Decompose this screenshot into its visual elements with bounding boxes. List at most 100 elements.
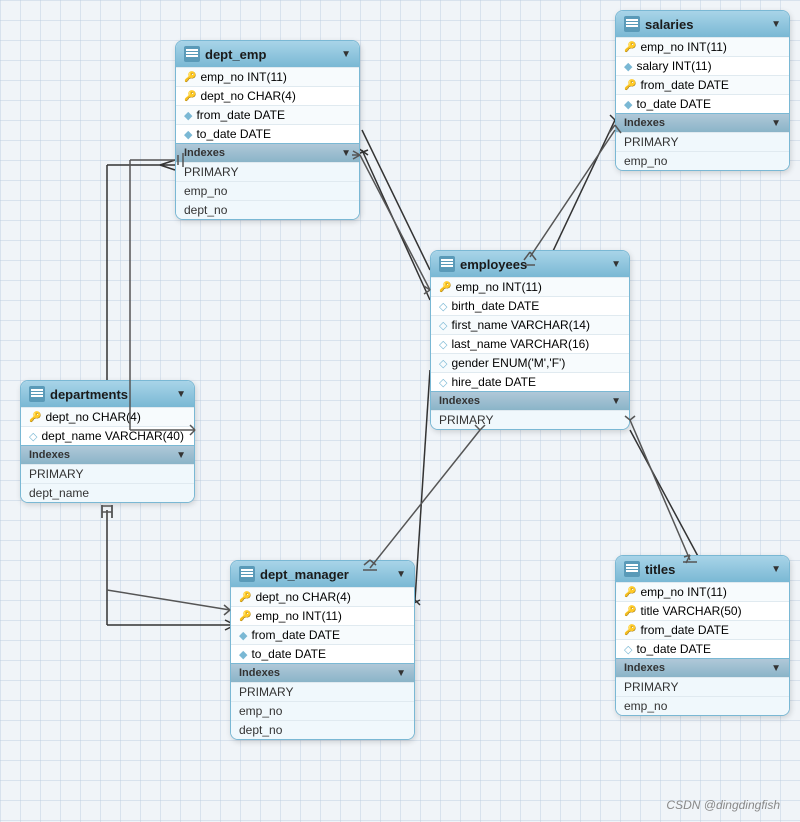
field-name: from_date DATE bbox=[196, 108, 284, 122]
table-title-dept_manager: dept_manager bbox=[260, 567, 349, 582]
dropdown-arrow-icon[interactable]: ▼ bbox=[396, 569, 406, 580]
table-icon bbox=[184, 46, 200, 62]
watermark-text: CSDN @dingdingfish bbox=[666, 798, 780, 812]
dropdown-arrow-icon[interactable]: ▼ bbox=[771, 564, 781, 575]
diamond-icon: ◇ bbox=[624, 643, 632, 656]
table-employees: employees▼🔑emp_no INT(11)◇birth_date DAT… bbox=[430, 250, 630, 430]
index-row: dept_no bbox=[231, 720, 414, 739]
field-row: ◇ dept_name VARCHAR(40) bbox=[21, 426, 194, 445]
fk-icon: ◆ bbox=[624, 98, 632, 111]
field-row: 🔑emp_no INT(11) bbox=[231, 606, 414, 625]
table-header-titles: titles ▼ bbox=[616, 556, 789, 582]
field-row: 🔑emp_no INT(11) bbox=[616, 582, 789, 601]
indexes-header: Indexes▼ bbox=[231, 663, 414, 682]
indexes-label: Indexes bbox=[184, 147, 341, 159]
field-name: to_date DATE bbox=[196, 127, 270, 141]
table-icon bbox=[624, 16, 640, 32]
index-row: PRIMARY bbox=[431, 410, 629, 429]
field-name: from_date DATE bbox=[251, 628, 339, 642]
index-row: PRIMARY bbox=[231, 682, 414, 701]
field-row: ◆to_date DATE bbox=[616, 94, 789, 113]
field-name: emp_no INT(11) bbox=[640, 40, 726, 54]
diamond-icon: ◇ bbox=[439, 338, 447, 351]
fk-icon: ◆ bbox=[184, 109, 192, 122]
field-row: 🔑dept_no CHAR(4) bbox=[176, 86, 359, 105]
field-name: hire_date DATE bbox=[451, 375, 536, 389]
field-name: emp_no INT(11) bbox=[640, 585, 726, 599]
field-name: to_date DATE bbox=[251, 647, 325, 661]
pk-icon: 🔑 bbox=[29, 412, 41, 423]
index-row: emp_no bbox=[616, 696, 789, 715]
field-row: 🔑 from_date DATE bbox=[616, 620, 789, 639]
field-row: ◇ last_name VARCHAR(16) bbox=[431, 334, 629, 353]
indexes-label: Indexes bbox=[624, 662, 771, 674]
indexes-dropdown-icon[interactable]: ▼ bbox=[771, 663, 781, 674]
field-row: 🔑 emp_no INT(11) bbox=[431, 277, 629, 296]
pk-icon: 🔑 bbox=[184, 72, 196, 83]
dropdown-arrow-icon[interactable]: ▼ bbox=[176, 389, 186, 400]
table-title-titles: titles bbox=[645, 562, 675, 577]
pk-icon: 🔑 bbox=[624, 625, 636, 636]
indexes-label: Indexes bbox=[439, 395, 611, 407]
diamond-icon: ◇ bbox=[439, 376, 447, 389]
indexes-dropdown-icon[interactable]: ▼ bbox=[771, 118, 781, 129]
indexes-header: Indexes▼ bbox=[176, 143, 359, 162]
index-row: dept_no bbox=[176, 200, 359, 219]
index-row: PRIMARY bbox=[176, 162, 359, 181]
field-row: ◇ to_date DATE bbox=[616, 639, 789, 658]
table-dept_emp: dept_emp▼ 🔑 emp_no INT(11) 🔑dept_no CHAR(4)… bbox=[175, 40, 360, 220]
field-row: 🔑 emp_no INT(11) bbox=[176, 67, 359, 86]
field-row: 🔑 dept_no CHAR(4) bbox=[231, 587, 414, 606]
index-row: emp_no bbox=[176, 181, 359, 200]
field-row: ◆ from_date DATE bbox=[231, 625, 414, 644]
table-header-dept_manager: dept_manager ▼ bbox=[231, 561, 414, 587]
indexes-dropdown-icon[interactable]: ▼ bbox=[176, 450, 186, 461]
fk-icon: ◆ bbox=[239, 629, 247, 642]
table-header-dept_emp: dept_emp▼ bbox=[176, 41, 359, 67]
indexes-dropdown-icon[interactable]: ▼ bbox=[396, 668, 406, 679]
index-row: PRIMARY bbox=[616, 132, 789, 151]
field-row: ◇ hire_date DATE bbox=[431, 372, 629, 391]
field-name: last_name VARCHAR(16) bbox=[451, 337, 589, 351]
index-row: PRIMARY bbox=[21, 464, 194, 483]
table-icon bbox=[239, 566, 255, 582]
pk-icon: 🔑 bbox=[239, 592, 251, 603]
field-row: 🔑from_date DATE bbox=[616, 75, 789, 94]
dropdown-arrow-icon[interactable]: ▼ bbox=[341, 49, 351, 60]
index-row: dept_name bbox=[21, 483, 194, 502]
dropdown-arrow-icon[interactable]: ▼ bbox=[771, 19, 781, 30]
pk-icon: 🔑 bbox=[439, 282, 451, 293]
pk-icon: 🔑 bbox=[624, 80, 636, 91]
field-name: dept_no CHAR(4) bbox=[200, 89, 295, 103]
field-row: ◆to_date DATE bbox=[176, 124, 359, 143]
pk-icon: 🔑 bbox=[624, 606, 636, 617]
indexes-header: Indexes▼ bbox=[21, 445, 194, 464]
index-row: emp_no bbox=[616, 151, 789, 170]
field-row: 🔑dept_no CHAR(4) bbox=[21, 407, 194, 426]
field-name: dept_no CHAR(4) bbox=[255, 590, 350, 604]
field-name: first_name VARCHAR(14) bbox=[451, 318, 589, 332]
dropdown-arrow-icon[interactable]: ▼ bbox=[611, 259, 621, 270]
field-name: dept_name VARCHAR(40) bbox=[41, 429, 184, 443]
field-row: ◆ from_date DATE bbox=[176, 105, 359, 124]
field-name: emp_no INT(11) bbox=[200, 70, 286, 84]
field-name: gender ENUM('M','F') bbox=[451, 356, 565, 370]
indexes-header: Indexes▼ bbox=[616, 658, 789, 677]
field-name: from_date DATE bbox=[640, 623, 728, 637]
field-name: salary INT(11) bbox=[636, 59, 711, 73]
indexes-header: Indexes▼ bbox=[431, 391, 629, 410]
table-title-departments: departments bbox=[50, 387, 128, 402]
indexes-label: Indexes bbox=[624, 117, 771, 129]
field-name: to_date DATE bbox=[636, 642, 710, 656]
field-row: ◇gender ENUM('M','F') bbox=[431, 353, 629, 372]
field-row: ◇first_name VARCHAR(14) bbox=[431, 315, 629, 334]
field-name: title VARCHAR(50) bbox=[640, 604, 741, 618]
indexes-label: Indexes bbox=[29, 449, 176, 461]
field-name: emp_no INT(11) bbox=[455, 280, 541, 294]
fk-icon: ◆ bbox=[624, 60, 632, 73]
indexes-dropdown-icon[interactable]: ▼ bbox=[611, 396, 621, 407]
indexes-dropdown-icon[interactable]: ▼ bbox=[341, 148, 351, 159]
field-row: 🔑emp_no INT(11) bbox=[616, 37, 789, 56]
index-row: emp_no bbox=[231, 701, 414, 720]
diamond-icon: ◇ bbox=[29, 430, 37, 443]
